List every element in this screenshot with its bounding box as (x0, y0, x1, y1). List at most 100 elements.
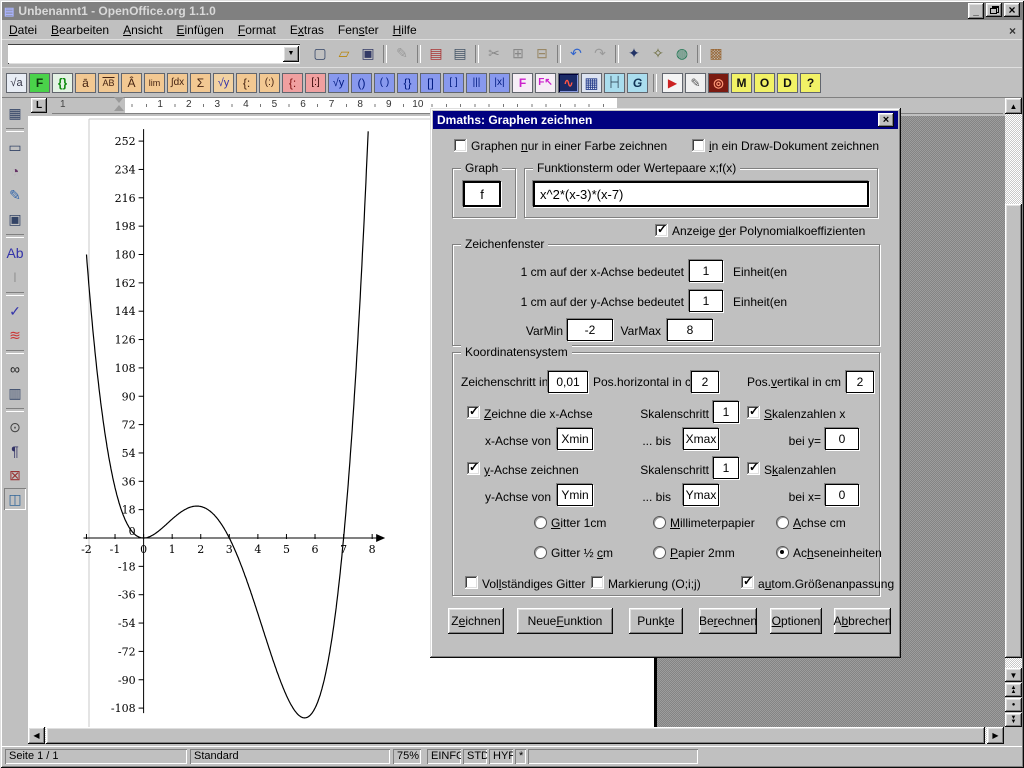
autotext-icon[interactable]: Ab (4, 242, 26, 264)
status-page[interactable]: Seite 1 / 1 (5, 749, 187, 764)
autosize-checkbox[interactable] (741, 576, 754, 589)
form-controls-icon[interactable]: ▣ (4, 208, 26, 230)
x-from-field[interactable]: Xmin (557, 428, 593, 450)
horizontal-scrollbar[interactable]: ◀ ▶ (28, 727, 1005, 744)
menu-item-bearbeiten[interactable]: Bearbeiten (44, 21, 116, 39)
color-only-checkbox[interactable] (454, 139, 467, 152)
status-zoom[interactable]: 75% (393, 749, 421, 764)
scroll-up-button[interactable]: ▲ (1005, 98, 1022, 114)
hscroll-thumb[interactable] (46, 727, 985, 744)
polynomial-coefficients-checkbox[interactable] (655, 224, 668, 237)
stylist-icon[interactable]: ✧ (646, 43, 670, 65)
status-page-style[interactable]: Standard (190, 749, 390, 764)
next-page-button[interactable]: ▼▼ (1005, 713, 1022, 727)
x-unit-field[interactable]: 1 (689, 260, 723, 282)
url-input[interactable] (8, 45, 282, 63)
y-to-field[interactable]: Ymax (683, 484, 719, 506)
navigator-icon[interactable]: ✦ (622, 43, 646, 65)
dm-braces-green-icon[interactable]: {} (52, 73, 73, 93)
close-document-icon[interactable]: × (1009, 24, 1016, 38)
dm-system-red-icon[interactable]: {: (282, 73, 303, 93)
dm-font-select-icon[interactable]: F↖ (535, 73, 556, 93)
scroll-left-button[interactable]: ◀ (28, 727, 45, 744)
insert-frame-icon[interactable]: ▭ (4, 136, 26, 158)
skalenschritt-x-field[interactable]: 1 (713, 401, 739, 423)
dm-help-icon[interactable]: ? (800, 73, 821, 93)
dm-sqrt-a-icon[interactable]: √a (6, 73, 27, 93)
vscroll-track-lower[interactable] (1005, 658, 1022, 668)
dm-root-orange-icon[interactable]: √y (213, 73, 234, 93)
draw-x-axis-checkbox[interactable] (467, 406, 480, 419)
dm-font-f-icon[interactable]: F (512, 73, 533, 93)
menu-item-datei[interactable]: Datei (2, 21, 44, 39)
pos-vertikal-field[interactable]: 2 (846, 371, 874, 393)
neue-funktion-button[interactable]: Neue Funktion (517, 608, 613, 634)
first-line-indent-marker[interactable] (114, 97, 124, 103)
graphics-on-off-icon[interactable]: ⊠ (4, 464, 26, 486)
vscroll-thumb[interactable] (1005, 204, 1022, 658)
navigation-button[interactable]: ● (1005, 698, 1022, 712)
data-sources-icon[interactable]: ▥ (4, 382, 26, 404)
dm-axes-icon[interactable]: ├┤ (604, 73, 625, 93)
dm-abs-icon[interactable]: |x| (489, 73, 510, 93)
new-document-icon[interactable]: ▢ (308, 43, 332, 65)
draw-document-checkbox[interactable] (692, 139, 705, 152)
direct-cursor-icon[interactable]: I (4, 266, 26, 288)
nonprinting-characters-icon[interactable]: ¶ (4, 440, 26, 462)
x-to-field[interactable]: Xmax (683, 428, 719, 450)
status-hyperlink-mode[interactable]: HYP (489, 749, 513, 764)
achse-cm-radio[interactable] (776, 516, 789, 529)
save-icon[interactable]: ▣ (356, 43, 380, 65)
status-extra[interactable] (528, 749, 698, 764)
redo-icon[interactable]: ↷ (588, 43, 612, 65)
skalenschritt-y-field[interactable]: 1 (713, 457, 739, 479)
dm-root-blue-icon[interactable]: √y (328, 73, 349, 93)
gitter-1cm-radio[interactable] (534, 516, 547, 529)
draw-y-axis-checkbox[interactable] (467, 462, 480, 475)
dialog-close-button[interactable]: × (878, 113, 894, 127)
markierung-checkbox[interactable] (591, 576, 604, 589)
menu-item-extras[interactable]: Extras (283, 21, 331, 39)
paste-icon[interactable]: ⊟ (530, 43, 554, 65)
dm-paren-big-icon[interactable]: ( ) (374, 73, 395, 93)
papier-2mm-radio[interactable] (653, 546, 666, 559)
hyperlink-icon[interactable]: ◍ (670, 43, 694, 65)
menu-item-ansicht[interactable]: Ansicht (116, 21, 169, 39)
dm-bracket-big-icon[interactable]: [ ] (443, 73, 464, 93)
gitter-halb-cm-radio[interactable] (534, 546, 547, 559)
insert-table-icon[interactable]: ▦ (4, 102, 26, 124)
menu-item-einfuegen[interactable]: Einfügen (169, 21, 230, 39)
y-from-field[interactable]: Ymin (557, 484, 593, 506)
status-insert-mode[interactable]: EINFG (427, 749, 461, 764)
zeichnen-button[interactable]: Zeichnen (448, 608, 504, 634)
dm-pencil-icon[interactable]: ✎ (685, 73, 706, 93)
gallery-icon[interactable]: ▩ (704, 43, 728, 65)
scroll-right-button[interactable]: ▶ (987, 727, 1004, 744)
dm-target-icon[interactable]: ◎ (708, 73, 729, 93)
draw-functions-icon[interactable]: ✎ (4, 184, 26, 206)
copy-icon[interactable]: ⊞ (506, 43, 530, 65)
dm-macro-m-icon[interactable]: M (731, 73, 752, 93)
zoom-icon[interactable]: ⊙ (4, 416, 26, 438)
edit-file-icon[interactable]: ✎ (390, 43, 414, 65)
vertical-scrollbar[interactable]: ▲ ▼ ▲▲ ● ▼▼ (1005, 96, 1022, 727)
scroll-down-button[interactable]: ▼ (1005, 668, 1022, 682)
dm-system-icon[interactable]: {: (236, 73, 257, 93)
varmin-field[interactable]: -2 (567, 319, 613, 341)
cut-icon[interactable]: ✂ (482, 43, 506, 65)
insert-graphics-icon[interactable]: ◔ (4, 160, 26, 182)
print-icon[interactable]: ▤ (448, 43, 472, 65)
at-x-field[interactable]: 0 (825, 484, 859, 506)
minimize-button[interactable]: _ (968, 3, 984, 19)
vollstaendiges-gitter-checkbox[interactable] (465, 576, 478, 589)
millimeterpapier-radio[interactable] (653, 516, 666, 529)
dm-paren-small-icon[interactable]: () (351, 73, 372, 93)
dm-segment-icon[interactable]: AB (98, 73, 119, 93)
skalenzahlen-y-checkbox[interactable] (747, 462, 760, 475)
url-dropdown-button[interactable]: ▼ (283, 46, 299, 62)
status-selection-mode[interactable]: STD (463, 749, 487, 764)
dm-vector-icon[interactable]: ā (75, 73, 96, 93)
online-layout-icon[interactable]: ◫ (4, 488, 26, 510)
dm-parallel-icon[interactable]: ||| (466, 73, 487, 93)
abbrechen-button[interactable]: Abbrechen (834, 608, 891, 634)
